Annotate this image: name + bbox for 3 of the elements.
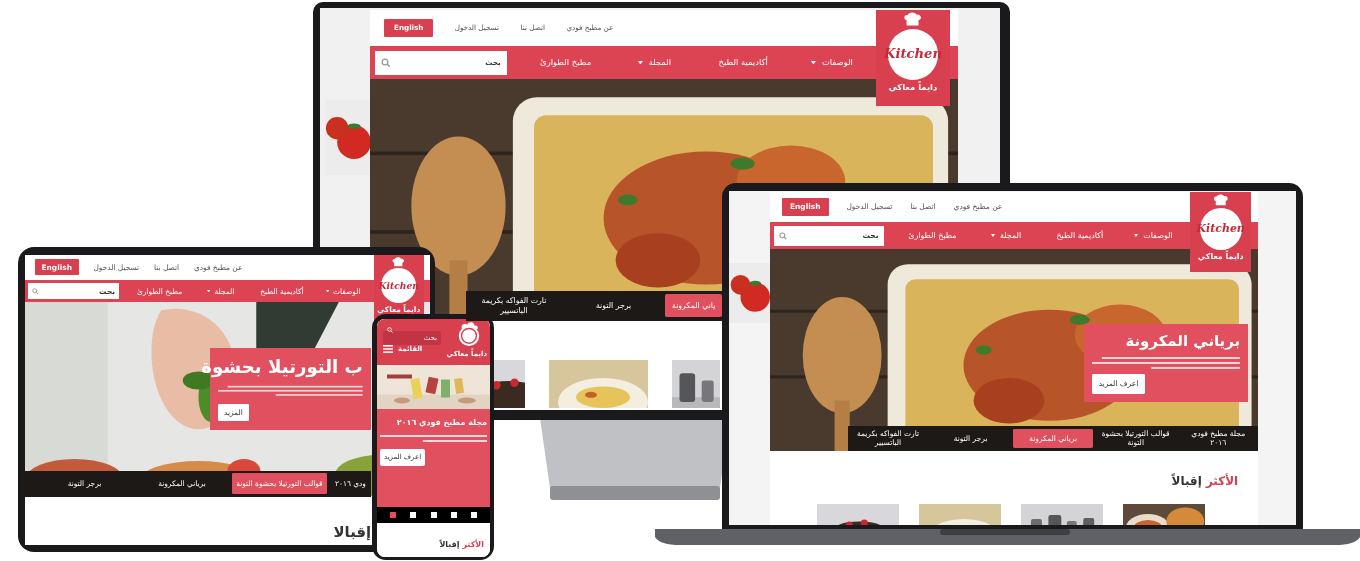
- section-heading: الأكثر إقبالاً: [438, 538, 485, 551]
- section-heading: إقبالا: [332, 522, 373, 544]
- section-heading: الأكثر إقبالاً: [1170, 473, 1240, 491]
